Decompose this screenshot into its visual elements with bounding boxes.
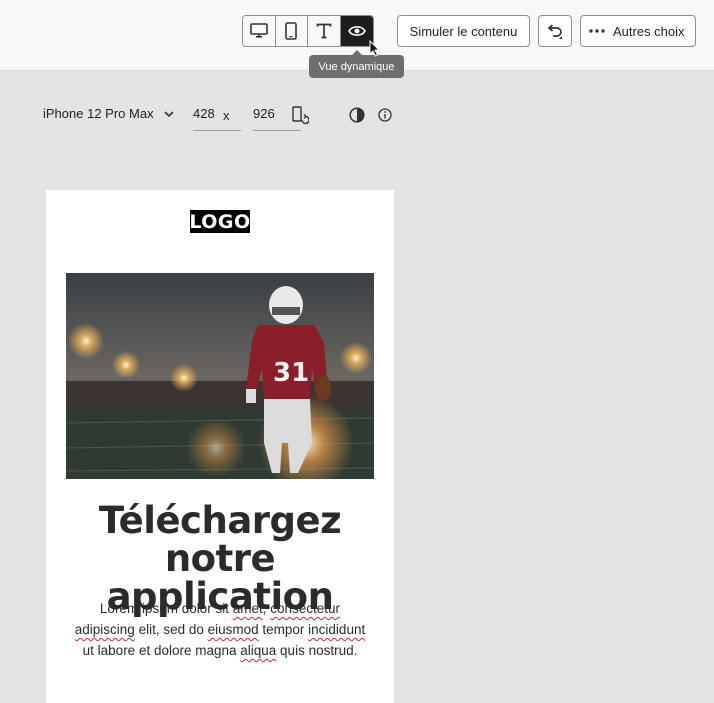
mouse-cursor-icon — [369, 40, 380, 57]
rotate-device-icon[interactable] — [292, 106, 309, 125]
mobile-view-button[interactable] — [275, 16, 308, 46]
device-width-field[interactable]: 428 — [193, 106, 241, 131]
simulate-content-label: Simuler le contenu — [409, 23, 518, 39]
desktop-icon — [249, 23, 268, 38]
device-width-value: 428 — [193, 106, 215, 121]
body-text-part: tempor — [258, 622, 309, 637]
body-text-part: amet — [232, 601, 263, 616]
body-text-part: aliqua — [240, 643, 277, 658]
text-icon — [316, 23, 332, 39]
eye-icon — [347, 26, 366, 36]
text-view-button[interactable] — [308, 16, 341, 46]
hero-image: 31 — [66, 273, 374, 479]
body-text-part: elit, sed do — [134, 622, 208, 637]
body-paragraph: Lorem ipsum dolor sit amet, consectetur a… — [64, 598, 376, 661]
body-text-part: quis nostrud. — [276, 643, 358, 658]
undo-icon — [547, 24, 562, 39]
body-text-part: ut labore et dolore magna — [82, 643, 241, 658]
svg-text:31: 31 — [273, 358, 309, 388]
chevron-down-icon — [164, 110, 174, 117]
headline-line-1: Téléchargez — [98, 499, 342, 542]
body-text-part: Lorem ipsum dolor sit — [99, 601, 233, 616]
contrast-icon[interactable] — [349, 107, 365, 123]
device-name: iPhone 12 Pro Max — [43, 106, 154, 121]
view-mode-group — [242, 15, 374, 47]
undo-button[interactable] — [538, 15, 572, 47]
more-options-label: Autres choix — [613, 23, 685, 39]
more-icon — [589, 29, 605, 33]
more-options-button[interactable]: Autres choix — [580, 15, 696, 47]
email-preview: LOGO 31 Téléchargez notre application Lo… — [46, 190, 394, 703]
device-height-value: 926 — [253, 106, 275, 121]
desktop-view-button[interactable] — [243, 16, 276, 46]
dimension-separator: x — [223, 108, 230, 123]
body-text-part: adipiscing — [74, 622, 135, 637]
body-text-part: consectetur — [270, 601, 341, 616]
body-text-part: eiusmod — [207, 622, 259, 637]
body-text-part: incididunt — [308, 622, 366, 637]
view-mode-tooltip: Vue dynamique — [309, 50, 404, 78]
mobile-icon — [285, 22, 298, 40]
simulate-content-button[interactable]: Simuler le contenu — [397, 15, 530, 47]
info-icon[interactable] — [378, 108, 392, 122]
device-dropdown[interactable]: iPhone 12 Pro Max — [43, 106, 174, 121]
logo: LOGO — [189, 210, 251, 233]
